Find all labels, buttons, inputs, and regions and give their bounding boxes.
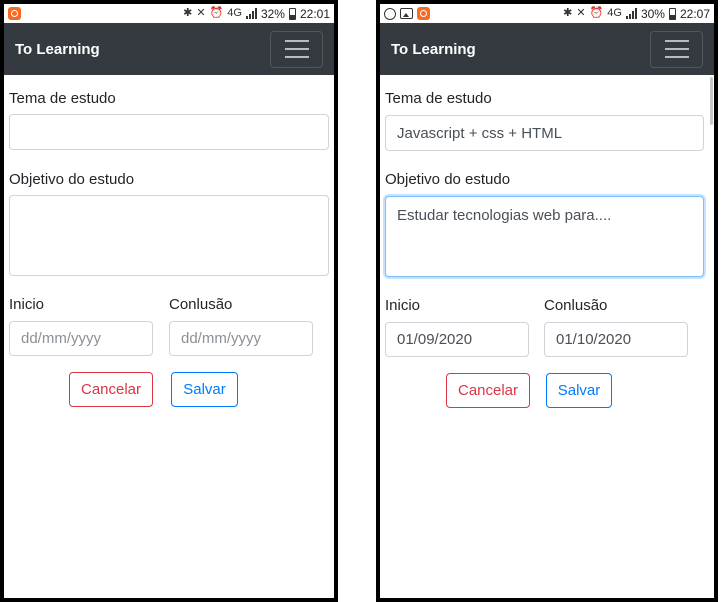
start-date-label: Inicio <box>9 296 45 313</box>
app-title[interactable]: To Learning <box>391 41 476 58</box>
phone-screen-empty-form: ✱ ✕ ⏰ 4G 32% 22:01 To Learning Tema de e… <box>0 0 338 602</box>
bluetooth-icon: ✱ <box>183 7 193 19</box>
end-date-label: Conlusão <box>544 297 608 314</box>
status-bar: ✱ ✕ ⏰ 4G 30% 22:07 <box>380 4 714 23</box>
mute-icon: ✕ <box>196 7 206 19</box>
cancel-button[interactable]: Cancelar <box>446 373 530 408</box>
clock: 22:01 <box>299 6 330 21</box>
signal-icon <box>625 8 637 19</box>
status-bar-right: ✱ ✕ ⏰ 4G 32% 22:01 <box>183 7 330 21</box>
hamburger-menu-icon[interactable] <box>270 30 323 68</box>
start-date-label: Inicio <box>385 297 421 314</box>
topic-label: Tema de estudo <box>385 90 492 107</box>
end-date-input[interactable]: dd/mm/yyyy <box>169 321 313 356</box>
hamburger-menu-icon[interactable] <box>650 30 703 68</box>
end-date-input[interactable]: 01/10/2020 <box>544 322 688 357</box>
battery-icon <box>288 7 296 20</box>
cancel-button[interactable]: Cancelar <box>69 372 153 407</box>
end-date-label: Conlusão <box>169 296 233 313</box>
goal-label: Objetivo do estudo <box>385 171 511 188</box>
goal-label: Objetivo do estudo <box>9 171 135 188</box>
mute-icon: ✕ <box>576 7 586 19</box>
status-bar-right: ✱ ✕ ⏰ 4G 30% 22:07 <box>563 7 710 21</box>
navbar: To Learning <box>380 23 714 75</box>
app-notification-icon <box>417 7 430 20</box>
status-bar: ✱ ✕ ⏰ 4G 32% 22:01 <box>4 4 334 23</box>
app-notification-icon <box>8 7 21 20</box>
status-bar-left <box>8 7 21 20</box>
goal-textarea[interactable]: Estudar tecnologias web para.... <box>385 196 704 277</box>
form: Tema de estudo Objetivo do estudo Inicio… <box>4 75 334 598</box>
navbar: To Learning <box>4 23 334 75</box>
alarm-icon: ⏰ <box>209 7 224 19</box>
image-icon <box>400 8 413 19</box>
topic-label: Tema de estudo <box>9 90 116 107</box>
form: Tema de estudo Javascript + css + HTML O… <box>380 75 714 598</box>
network-type: 4G <box>607 7 622 19</box>
topic-input[interactable]: Javascript + css + HTML <box>385 115 704 151</box>
topic-input[interactable] <box>9 114 329 150</box>
save-button[interactable]: Salvar <box>546 373 612 408</box>
goal-textarea[interactable] <box>9 195 329 276</box>
signal-icon <box>245 8 257 19</box>
app-title[interactable]: To Learning <box>15 41 100 58</box>
battery-percent: 30% <box>640 6 665 21</box>
bluetooth-icon: ✱ <box>563 7 573 19</box>
phone-screen-filled-form: ✱ ✕ ⏰ 4G 30% 22:07 To Learning Tema de e… <box>376 0 718 602</box>
status-bar-left <box>384 7 430 20</box>
save-button[interactable]: Salvar <box>171 372 238 407</box>
start-date-input[interactable]: 01/09/2020 <box>385 322 529 357</box>
whatsapp-icon <box>384 7 396 20</box>
alarm-icon: ⏰ <box>589 7 604 19</box>
battery-percent: 32% <box>260 6 285 21</box>
start-date-input[interactable]: dd/mm/yyyy <box>9 321 153 356</box>
battery-icon <box>668 7 676 20</box>
clock: 22:07 <box>679 6 710 21</box>
network-type: 4G <box>227 7 242 19</box>
